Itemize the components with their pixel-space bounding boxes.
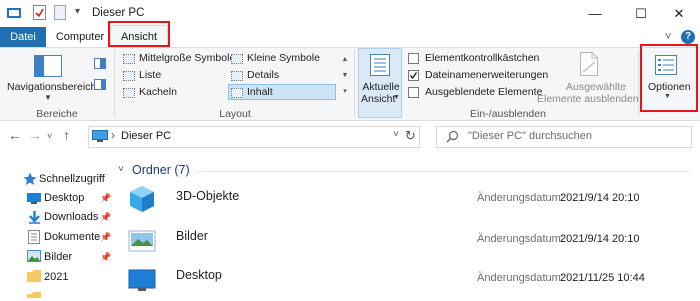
modified-date-value: 2021/9/14 20:10: [560, 233, 640, 245]
tab-datei[interactable]: Datei: [0, 27, 46, 47]
up-button[interactable]: ↑: [63, 127, 70, 143]
modified-date-label: Änderungsdatum:: [477, 233, 564, 245]
desktop-folder-icon: [128, 268, 156, 297]
group-header-folders[interactable]: Ordner (7): [132, 163, 190, 177]
ribbon-divider: [638, 50, 639, 116]
qat-customize-dropdown[interactable]: ▾: [75, 6, 80, 17]
folder-name-3d-objects[interactable]: 3D-Objekte: [176, 189, 239, 203]
pictures-folder-icon: [128, 228, 156, 257]
pictures-icon: [27, 250, 41, 265]
layout-medium-icons[interactable]: Mittelgroße Symbole: [139, 52, 235, 64]
hide-selected-icon: [580, 52, 598, 79]
item-checkboxes-label[interactable]: Elementkontrollkästchen: [425, 52, 539, 64]
documents-icon: [28, 230, 40, 247]
group-label-show-hide: Ein-/ausblenden: [470, 108, 546, 120]
current-view-icon: [370, 54, 390, 79]
layout-selected-highlight: [228, 84, 336, 100]
folder-name-pictures[interactable]: Bilder: [176, 229, 208, 243]
search-icon: [446, 130, 459, 146]
file-extensions-checkbox[interactable]: [408, 70, 419, 81]
breadcrumb-this-pc[interactable]: Dieser PC: [121, 130, 171, 142]
hidden-items-label[interactable]: Ausgeblendete Elemente: [425, 86, 542, 98]
navigation-pane-button[interactable]: Navigationsbereich: [7, 81, 96, 93]
chevron-down-icon[interactable]: ▼: [44, 93, 52, 102]
small-icons-icon: [231, 54, 243, 64]
ribbon-divider: [114, 50, 115, 116]
details-icon: [231, 71, 243, 81]
current-view-label-2: Ansicht: [361, 93, 396, 105]
tab-computer[interactable]: Computer: [54, 27, 106, 47]
star-icon: [23, 172, 37, 189]
content-icon: [231, 88, 243, 98]
list-icon: [123, 71, 135, 81]
new-folder-icon[interactable]: [54, 5, 68, 20]
help-icon[interactable]: ?: [681, 30, 695, 44]
recent-locations-dropdown[interactable]: ˅: [47, 131, 52, 141]
properties-icon[interactable]: [33, 5, 47, 20]
address-dropdown[interactable]: ˅: [393, 129, 399, 140]
this-pc-icon: [92, 130, 108, 146]
download-icon: [29, 211, 40, 227]
folder-name-desktop[interactable]: Desktop: [176, 268, 222, 282]
desktop-icon: [27, 193, 41, 207]
pin-icon: 📌: [100, 232, 112, 242]
details-pane-icon[interactable]: [94, 79, 106, 93]
folder-icon: [27, 289, 41, 301]
modified-date-label: Änderungsdatum:: [477, 192, 564, 204]
quick-access-label[interactable]: Schnellzugriff: [39, 173, 105, 185]
nav-item-2021[interactable]: 2021: [44, 271, 68, 283]
layout-scroll-arrows[interactable]: ▲ ▼ ▾: [340, 52, 350, 102]
hidden-items-checkbox[interactable]: [408, 87, 419, 98]
ribbon-divider: [354, 50, 355, 116]
ansicht-highlight-box: [108, 21, 170, 47]
refresh-button[interactable]: ↻: [405, 128, 416, 144]
modified-date-value: 2021/9/14 20:10: [560, 192, 640, 204]
preview-pane-icon[interactable]: [94, 58, 106, 72]
nav-item-pictures[interactable]: Bilder: [44, 251, 72, 263]
group-label-layout: Layout: [219, 108, 251, 120]
nav-item-desktop[interactable]: Desktop: [44, 192, 84, 204]
breadcrumb-separator[interactable]: ›: [111, 128, 115, 142]
medium-icons-icon: [123, 54, 135, 64]
chevron-down-icon: ▼: [393, 94, 400, 101]
layout-content[interactable]: Inhalt: [247, 86, 273, 98]
layout-details[interactable]: Details: [247, 69, 279, 81]
navigation-pane-icon[interactable]: [34, 55, 62, 80]
tiles-icon: [123, 88, 135, 98]
3d-objects-icon: [128, 185, 156, 216]
layout-tiles[interactable]: Kacheln: [139, 86, 177, 98]
ribbon-collapse-chevron[interactable]: ˅: [665, 31, 671, 43]
pin-icon: 📌: [100, 252, 112, 262]
chevron-down-icon[interactable]: ˅: [118, 164, 124, 175]
pin-icon: 📌: [100, 193, 112, 203]
item-checkboxes-checkbox[interactable]: [408, 53, 419, 64]
modified-date-label: Änderungsdatum:: [477, 272, 564, 284]
file-extensions-label[interactable]: Dateinamenerweiterungen: [425, 69, 548, 81]
search-placeholder: "Dieser PC" durchsuchen: [468, 130, 592, 142]
explorer-app-icon[interactable]: [7, 7, 21, 19]
hide-selected-label-1[interactable]: Ausgewählte: [566, 81, 626, 93]
modified-date-value: 2021/11/25 10:44: [560, 272, 645, 284]
hide-selected-label-2[interactable]: Elemente ausblenden: [537, 93, 639, 105]
layout-small-icons[interactable]: Kleine Symbole: [247, 52, 320, 64]
minimize-button[interactable]: —: [572, 0, 618, 27]
group-divider: [196, 171, 690, 172]
options-highlight-box: [640, 44, 698, 112]
group-label-bereiche: Bereiche: [36, 108, 78, 120]
window-title: Dieser PC: [92, 7, 145, 19]
back-button[interactable]: ←: [8, 127, 22, 143]
nav-item-documents[interactable]: Dokumente: [44, 231, 100, 243]
nav-item-downloads[interactable]: Downloads: [44, 211, 98, 223]
pin-icon: 📌: [100, 212, 112, 222]
forward-button[interactable]: →: [28, 127, 42, 143]
current-view-label-1: Aktuelle: [362, 81, 400, 93]
close-button[interactable]: ✕: [656, 0, 700, 27]
folder-icon: [27, 270, 41, 285]
layout-list[interactable]: Liste: [139, 69, 161, 81]
